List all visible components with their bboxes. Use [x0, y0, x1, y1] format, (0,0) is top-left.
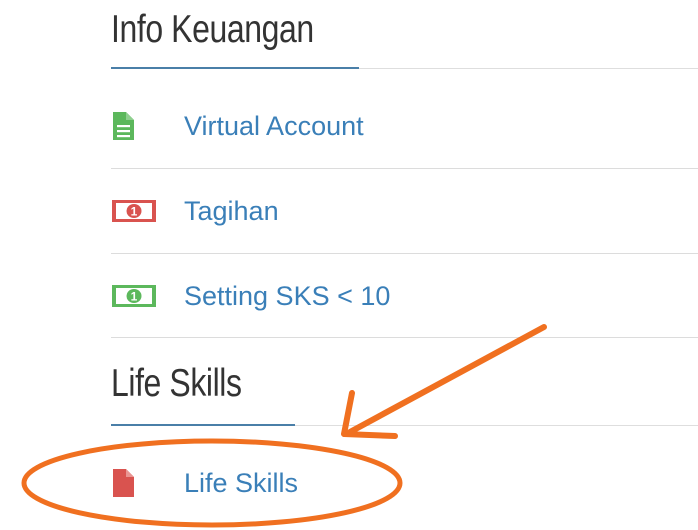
menu-item-label[interactable]: Setting SKS < 10 [184, 281, 390, 312]
svg-text:1: 1 [131, 290, 138, 304]
menu-item-label[interactable]: Tagihan [184, 196, 279, 227]
menu-item-setting-sks[interactable]: 1 Setting SKS < 10 [111, 254, 698, 338]
arrow-head [341, 390, 398, 439]
money-icon: 1 [111, 281, 161, 311]
menu-item-tagihan[interactable]: 1 Tagihan [111, 169, 698, 253]
menu-item-life-skills[interactable]: Life Skills [111, 441, 698, 525]
menu-item-label[interactable]: Life Skills [184, 468, 298, 499]
menu-page: Info Keuangan Virtual Account 1 Tagihan [0, 0, 698, 530]
section-title-underline [111, 67, 359, 69]
file-icon [111, 111, 161, 141]
money-icon: 1 [111, 196, 161, 226]
svg-text:1: 1 [131, 205, 138, 219]
menu-item-label[interactable]: Virtual Account [184, 111, 364, 142]
section-title-underline [111, 424, 295, 426]
section-title-info-keuangan: Info Keuangan [111, 8, 314, 51]
menu-divider [111, 337, 698, 338]
file-icon [111, 468, 161, 498]
arrow-shaft [347, 324, 547, 435]
menu-item-virtual-account[interactable]: Virtual Account [111, 84, 698, 168]
section-title-life-skills: Life Skills [111, 362, 242, 405]
